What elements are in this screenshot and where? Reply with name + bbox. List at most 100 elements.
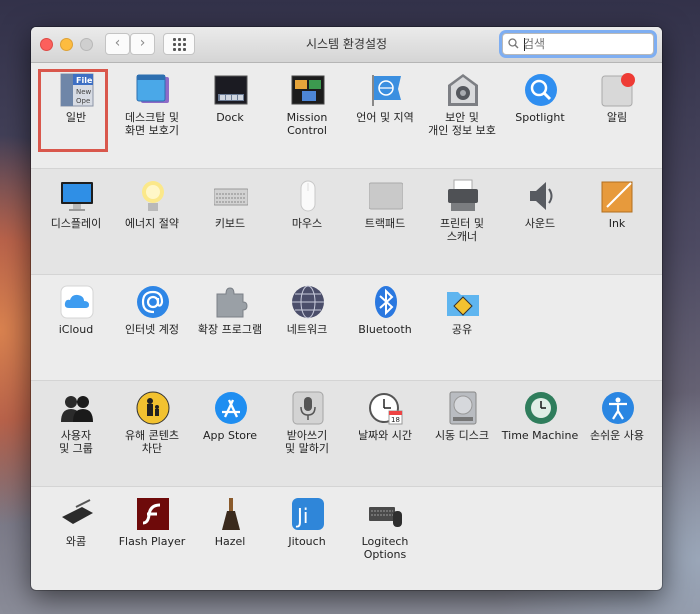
wacom-icon xyxy=(62,499,93,524)
pref-time-machine[interactable]: Time Machine xyxy=(501,385,579,481)
pref-notifications[interactable]: 알림 xyxy=(578,67,656,163)
pref-bluetooth[interactable]: Bluetooth xyxy=(346,279,424,375)
pref-label: 데스크탑 및 화면 보호기 xyxy=(124,111,180,137)
parental-controls-icon xyxy=(136,391,170,425)
pref-security-privacy[interactable]: 보안 및 개인 정보 보호 xyxy=(423,67,501,163)
selection-highlight-box xyxy=(38,69,108,152)
pref-jitouch[interactable]: Ji Jitouch xyxy=(268,491,346,587)
search-input[interactable] xyxy=(523,35,643,53)
back-button[interactable]: ‹ xyxy=(105,33,130,55)
pref-label: Jitouch xyxy=(288,535,326,548)
keyboard-icon xyxy=(214,188,248,206)
zoom-button[interactable] xyxy=(80,38,93,51)
pref-printers-scanners[interactable]: 프린터 및 스캐너 xyxy=(423,173,501,269)
pref-flash-player[interactable]: Flash Player xyxy=(113,491,191,587)
pref-label: 날짜와 시간 xyxy=(357,429,413,442)
pref-label: Bluetooth xyxy=(358,323,412,336)
chevron-right-icon: › xyxy=(139,35,146,51)
pref-label: 언어 및 지역 xyxy=(356,111,414,124)
energy-icon xyxy=(142,181,164,211)
accessibility-icon xyxy=(602,392,634,424)
pref-label: 보안 및 개인 정보 보호 xyxy=(428,111,496,137)
pref-label: 사용자 및 그룹 xyxy=(59,429,93,455)
pref-label: 사운드 xyxy=(524,217,556,230)
sharing-icon xyxy=(447,292,479,316)
pref-label: 마우스 xyxy=(291,217,323,230)
pref-app-store[interactable]: App Store xyxy=(191,385,269,481)
jitouch-logo-text: Ji xyxy=(295,504,308,528)
dock-icon xyxy=(214,75,248,105)
pref-label: Mission Control xyxy=(286,111,328,137)
minimize-button[interactable] xyxy=(60,38,73,51)
pref-label: 확장 프로그램 xyxy=(197,323,263,336)
pref-sharing[interactable]: 공유 xyxy=(423,279,501,375)
trackpad-icon xyxy=(369,182,403,210)
pref-network[interactable]: 네트워크 xyxy=(268,279,346,375)
jitouch-icon: Ji xyxy=(292,498,324,530)
pref-users-groups[interactable]: 사용자 및 그룹 xyxy=(37,385,115,481)
pref-hazel[interactable]: Hazel xyxy=(191,491,269,587)
pref-ink[interactable]: Ink xyxy=(578,173,656,269)
mouse-icon xyxy=(300,180,316,212)
close-button[interactable] xyxy=(40,38,53,51)
pref-label: 공유 xyxy=(451,323,473,336)
pref-extensions[interactable]: 확장 프로그램 xyxy=(191,279,269,375)
users-icon xyxy=(61,396,93,422)
pref-startup-disk[interactable]: 시동 디스크 xyxy=(423,385,501,481)
title-bar: ‹ › 시스템 환경설정 xyxy=(31,27,662,63)
bluetooth-icon xyxy=(375,286,397,318)
pref-wacom[interactable]: 와콤 xyxy=(37,491,115,587)
pref-label: 프린터 및 스캐너 xyxy=(440,217,484,243)
pref-internet-accounts[interactable]: 인터넷 계정 xyxy=(113,279,191,375)
pref-mission-control[interactable]: Mission Control xyxy=(268,67,346,163)
search-icon xyxy=(508,38,519,49)
printer-icon xyxy=(448,179,478,211)
pref-displays[interactable]: 디스플레이 xyxy=(37,173,115,269)
pref-spotlight[interactable]: Spotlight xyxy=(501,67,579,163)
pref-label: Dock xyxy=(216,111,244,124)
search-field[interactable] xyxy=(502,33,654,55)
pref-dock[interactable]: Dock xyxy=(191,67,269,163)
network-icon xyxy=(292,285,324,319)
notifications-icon xyxy=(601,73,635,107)
pref-label: 시동 디스크 xyxy=(434,429,490,442)
ink-icon xyxy=(601,181,633,213)
pref-date-time[interactable]: 18 날짜와 시간 xyxy=(346,385,424,481)
pref-label: 네트워크 xyxy=(286,323,328,336)
pref-mouse[interactable]: 마우스 xyxy=(268,173,346,269)
pref-label: Spotlight xyxy=(515,111,565,124)
pref-language-region[interactable]: 언어 및 지역 xyxy=(346,67,424,163)
spotlight-icon xyxy=(525,74,557,106)
pref-desktop-screensaver[interactable]: 데스크탑 및 화면 보호기 xyxy=(113,67,191,163)
show-all-button[interactable] xyxy=(163,33,195,55)
pref-parental-controls[interactable]: 유해 콘텐츠 차단 xyxy=(113,385,191,481)
flash-icon xyxy=(137,498,169,530)
pref-label: 알림 xyxy=(606,111,628,124)
pref-label: iCloud xyxy=(58,323,94,336)
desktop-icon xyxy=(136,74,169,103)
dictation-icon xyxy=(292,391,324,425)
pref-keyboard[interactable]: 키보드 xyxy=(191,173,269,269)
pref-sound[interactable]: 사운드 xyxy=(501,173,579,269)
pref-accessibility[interactable]: 손쉬운 사용 xyxy=(578,385,656,481)
pref-label: 인터넷 계정 xyxy=(124,323,180,336)
section-internet: iCloud 인터넷 계정 확장 프로그램 네트워크 Bluetooth 공유 xyxy=(31,275,662,381)
pref-label: 받아쓰기 및 말하기 xyxy=(285,429,329,455)
pref-icloud[interactable]: iCloud xyxy=(37,279,115,375)
date-time-icon: 18 xyxy=(369,393,403,425)
pref-dictation-speech[interactable]: 받아쓰기 및 말하기 xyxy=(268,385,346,481)
pref-logitech-options[interactable]: Logitech Options xyxy=(346,491,424,587)
hazel-icon xyxy=(222,498,240,530)
pref-label: Hazel xyxy=(214,535,246,548)
pref-trackpad[interactable]: 트랙패드 xyxy=(346,173,424,269)
pref-label: 키보드 xyxy=(214,217,246,230)
pref-label: App Store xyxy=(202,429,258,442)
pref-label: 디스플레이 xyxy=(50,217,102,230)
language-icon xyxy=(372,75,401,106)
forward-button[interactable]: › xyxy=(130,33,155,55)
section-system: 사용자 및 그룹 유해 콘텐츠 차단 App Store 받아쓰기 및 말하기 … xyxy=(31,381,662,487)
system-preferences-window: ‹ › 시스템 환경설정 File Ne xyxy=(31,27,662,590)
pref-label: Time Machine xyxy=(501,429,579,442)
pref-energy-saver[interactable]: 에너지 절약 xyxy=(113,173,191,269)
pref-label: 유해 콘텐츠 차단 xyxy=(124,429,180,455)
